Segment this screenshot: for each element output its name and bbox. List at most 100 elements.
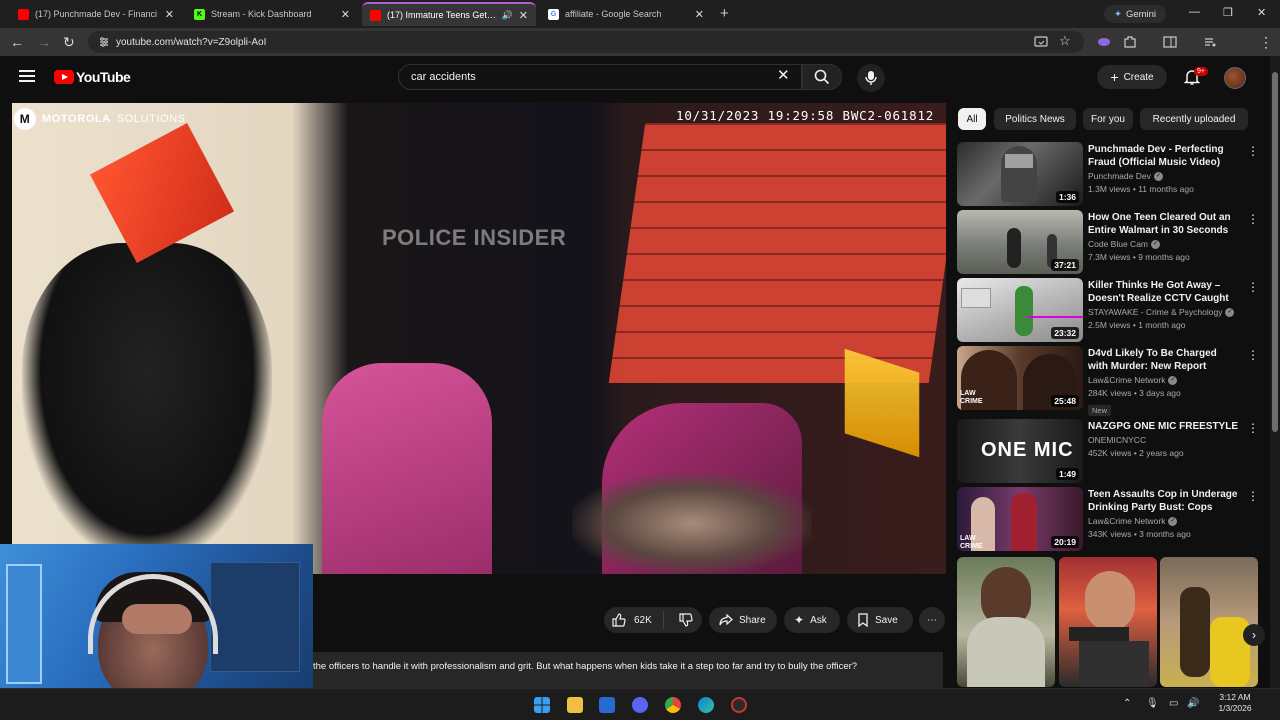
ask-button[interactable]: ✦ Ask (784, 607, 840, 633)
recommendation-item[interactable]: ONE MIC 1:49 NAZGPG ONE MIC FREESTYLE ON… (957, 419, 1265, 483)
close-icon[interactable]: ✕ (341, 8, 350, 21)
more-vertical-icon[interactable]: ⋮ (1247, 348, 1259, 362)
video-title[interactable]: Punchmade Dev - Perfecting Fraud (Offici… (1088, 143, 1238, 169)
recommendation-item[interactable]: LAW CRIME 20:19 Teen Assaults Cop in Unde… (957, 487, 1265, 551)
new-tab-icon[interactable]: + (720, 5, 729, 22)
youtube-logo[interactable]: YouTube (54, 69, 131, 85)
file-explorer-icon[interactable] (567, 697, 583, 713)
video-title[interactable]: How One Teen Cleared Out an Entire Walma… (1088, 211, 1238, 237)
channel-name[interactable]: STAYAWAKE - Crime & Psychology ✓ (1088, 307, 1235, 317)
minimize-icon[interactable]: — (1189, 6, 1200, 18)
back-icon[interactable]: ← (10, 34, 24, 50)
more-actions-button[interactable]: ⋯ (919, 607, 945, 633)
video-thumbnail[interactable]: 37:21 (957, 210, 1083, 274)
channel-label: Law&Crime Network (1088, 516, 1166, 526)
browser-menu-icon[interactable]: ⋮ (1259, 34, 1273, 51)
speaker-icon[interactable]: 🔊 (502, 10, 513, 21)
bookmark-star-icon[interactable]: ☆ (1059, 33, 1071, 49)
puzzle-icon[interactable] (1123, 35, 1137, 49)
video-player[interactable] (12, 103, 946, 574)
windows-start-icon[interactable] (534, 697, 550, 713)
recommendation-item[interactable]: 1:36 Punchmade Dev - Perfecting Fraud (O… (957, 142, 1265, 206)
video-title[interactable]: Teen Assaults Cop in Underage Drinking P… (1088, 488, 1238, 514)
reload-icon[interactable]: ↻ (63, 34, 75, 51)
channel-name[interactable]: Law&Crime Network ✓ (1088, 516, 1178, 526)
scrollbar-thumb[interactable] (1272, 72, 1278, 432)
recommendation-item[interactable]: 23:32 Killer Thinks He Got Away – Doesn'… (957, 278, 1265, 342)
cast-icon[interactable] (1034, 35, 1048, 49)
video-description[interactable]: the officers to handle it with professio… (313, 652, 943, 688)
address-bar[interactable]: youtube.com/watch?v=Z9olpli-AoI (88, 31, 1084, 53)
video-title[interactable]: D4vd Likely To Be Charged with Murder: N… (1088, 347, 1238, 373)
edge-icon[interactable] (698, 697, 714, 713)
ask-label: Ask (810, 614, 827, 626)
maximize-icon[interactable]: ❐ (1223, 6, 1233, 19)
system-clock[interactable]: 3:12 AM 1/3/2026 (1205, 692, 1265, 714)
channel-name[interactable]: Law&Crime Network ✓ (1088, 375, 1178, 385)
more-vertical-icon[interactable]: ⋮ (1247, 421, 1259, 435)
more-vertical-icon[interactable]: ⋮ (1247, 280, 1259, 294)
browser-tab-strip: (17) Punchmade Dev - Financi ✕ K Stream … (0, 0, 1280, 28)
site-info-icon[interactable] (98, 36, 110, 48)
tray-microphone-icon[interactable]: 🎙 (1146, 698, 1159, 709)
video-thumbnail[interactable]: LAW CRIME 25:48 (957, 346, 1083, 410)
voice-search-button[interactable] (857, 64, 885, 92)
more-vertical-icon[interactable]: ⋮ (1247, 212, 1259, 226)
store-icon[interactable] (599, 697, 615, 713)
video-thumbnail[interactable]: 23:32 (957, 278, 1083, 342)
forward-icon[interactable]: → (37, 34, 51, 50)
window-close-icon[interactable]: ✕ (1257, 6, 1266, 19)
recommendation-item[interactable]: 37:21 How One Teen Cleared Out an Entire… (957, 210, 1265, 274)
channel-name[interactable]: ONEMICNYCC (1088, 435, 1146, 445)
clear-search-icon[interactable]: ✕ (777, 66, 790, 84)
short-thumbnail[interactable] (957, 557, 1055, 687)
menu-icon[interactable] (19, 70, 35, 82)
chip-for-you[interactable]: For you (1083, 108, 1133, 130)
browser-tab-active[interactable]: (17) Immature Teens Get a L 🔊 ✕ (362, 2, 536, 26)
gemini-button[interactable]: ✦ Gemini (1104, 5, 1166, 23)
chip-recently-uploaded[interactable]: Recently uploaded (1140, 108, 1248, 130)
share-button[interactable]: Share (709, 607, 777, 633)
channel-name[interactable]: Code Blue Cam ✓ (1088, 239, 1161, 249)
search-button[interactable] (802, 64, 842, 90)
tray-volume-icon[interactable]: 🔊 (1187, 698, 1199, 709)
more-vertical-icon[interactable]: ⋮ (1247, 489, 1259, 503)
video-title[interactable]: Killer Thinks He Got Away – Doesn't Real… (1088, 279, 1238, 306)
discord-icon[interactable] (632, 697, 648, 713)
more-vertical-icon[interactable]: ⋮ (1247, 144, 1259, 158)
short-thumbnail[interactable] (1160, 557, 1258, 687)
close-icon[interactable]: ✕ (695, 8, 704, 21)
account-avatar[interactable] (1224, 67, 1246, 89)
extension-icon[interactable] (1097, 35, 1111, 49)
browser-tab[interactable]: (17) Punchmade Dev - Financi ✕ (10, 2, 182, 26)
side-panel-icon[interactable] (1163, 35, 1177, 49)
browser-tab[interactable]: G affiliate - Google Search ✕ (540, 2, 712, 26)
overlay-brand: MOTOROLA (42, 113, 111, 125)
browser-tab[interactable]: K Stream - Kick Dashboard ✕ (186, 2, 358, 26)
channel-name[interactable]: Punchmade Dev ✓ (1088, 171, 1163, 181)
tray-network-icon[interactable]: ▭ (1169, 698, 1178, 709)
plus-icon: + (1110, 69, 1119, 85)
video-thumbnail[interactable]: LAW CRIME 20:19 (957, 487, 1083, 551)
close-icon[interactable]: ✕ (165, 8, 174, 21)
search-input[interactable]: car accidents (398, 64, 802, 90)
save-playlist-icon (858, 613, 868, 627)
tray-chevron-up-icon[interactable]: ⌃ (1123, 698, 1131, 709)
obs-icon[interactable] (731, 697, 747, 713)
video-thumbnail[interactable]: 1:36 (957, 142, 1083, 206)
create-button[interactable]: + Create (1097, 65, 1167, 89)
dislike-button[interactable] (670, 613, 702, 627)
video-title[interactable]: NAZGPG ONE MIC FREESTYLE (1088, 420, 1238, 433)
recommendation-item[interactable]: LAW CRIME 25:48 D4vd Likely To Be Charged… (957, 346, 1265, 416)
media-controls-icon[interactable] (1203, 35, 1217, 49)
create-label: Create (1123, 71, 1154, 83)
chip-politics-news[interactable]: Politics News (994, 108, 1076, 130)
like-button[interactable]: 62K (604, 611, 665, 629)
close-icon[interactable]: ✕ (519, 9, 528, 22)
save-button[interactable]: Save (847, 607, 913, 633)
short-thumbnail[interactable] (1059, 557, 1157, 687)
chrome-icon[interactable] (665, 697, 681, 713)
video-thumbnail[interactable]: ONE MIC 1:49 (957, 419, 1083, 483)
shorts-next-button[interactable]: › (1243, 624, 1265, 646)
chip-all[interactable]: All (958, 108, 986, 130)
